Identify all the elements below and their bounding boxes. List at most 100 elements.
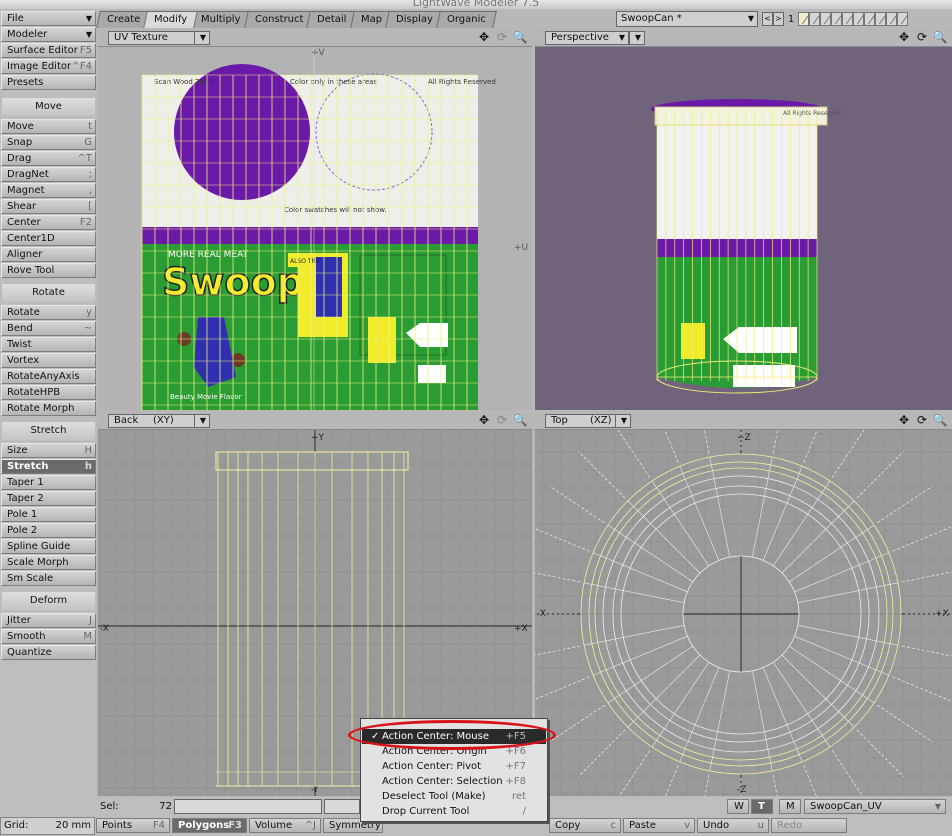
sidebar-button[interactable]: Sm Scale bbox=[1, 571, 96, 586]
sidebar-button[interactable]: File ▼ bbox=[1, 11, 96, 26]
sidebar-button[interactable]: DragNet; bbox=[1, 167, 96, 182]
copy-button[interactable]: Copy c bbox=[549, 818, 621, 833]
move-view-icon[interactable]: ✥ bbox=[476, 31, 492, 45]
sidebar-button[interactable]: Presets bbox=[1, 75, 96, 90]
shortcut-label: u bbox=[757, 820, 764, 831]
sidebar-button[interactable]: Drag ^T bbox=[1, 151, 96, 166]
zoom-icon[interactable]: 🔍 bbox=[932, 31, 948, 45]
layer-slot[interactable] bbox=[853, 12, 864, 26]
layer-slot[interactable] bbox=[820, 12, 831, 26]
sidebar-button[interactable]: Rotate Morph bbox=[1, 401, 96, 416]
sidebar-button-label: Sm Scale bbox=[7, 573, 54, 584]
view-mode-select[interactable]: ▼ bbox=[629, 31, 645, 45]
wtm-toggle-t[interactable]: T bbox=[751, 799, 773, 814]
layer-slot[interactable] bbox=[831, 12, 842, 26]
sidebar-button[interactable]: Spline Guide bbox=[1, 539, 96, 554]
sidebar-button[interactable]: Jitter J bbox=[1, 613, 96, 628]
mode-points-button[interactable]: Points F4 bbox=[96, 818, 170, 833]
perspective-viewport[interactable]: Perspective ▼ ▼ ✥ ⟳ 🔍 All Rights Reserved bbox=[535, 29, 952, 410]
sidebar-button[interactable]: Rotate y bbox=[1, 305, 96, 320]
layer-slot[interactable] bbox=[875, 12, 886, 26]
sidebar-button[interactable]: Smooth M bbox=[1, 629, 96, 644]
uv-viewport[interactable]: UV Texture ▼ ▼ ✥⟳🔍 +V +U Scan Wood 2003 C… bbox=[98, 29, 532, 410]
mode-polygons-button[interactable]: Polygons F3 bbox=[172, 818, 247, 833]
shortcut-label: [ bbox=[88, 201, 92, 212]
sidebar-button[interactable]: Pole 2 bbox=[1, 523, 96, 538]
grid-label: Grid: bbox=[4, 820, 29, 831]
sidebar-button[interactable]: Bend ~ bbox=[1, 321, 96, 336]
perspective-canvas[interactable]: All Rights Reserved bbox=[535, 47, 952, 410]
move-view-icon[interactable]: ✥ bbox=[896, 31, 912, 45]
popup-menu-item[interactable]: Deselect Tool (Make) ret bbox=[362, 789, 546, 804]
layer-next-button[interactable]: > bbox=[773, 12, 784, 26]
zoom-icon[interactable]: 🔍 bbox=[512, 31, 528, 45]
can-top-wireframe bbox=[535, 412, 952, 796]
wtm-toggle-w[interactable]: W bbox=[727, 799, 749, 814]
sidebar-button[interactable]: Scale Morph bbox=[1, 555, 96, 570]
popup-menu-item[interactable]: Action Center: Selection +F8 bbox=[362, 774, 546, 789]
sidebar-button[interactable]: Twist bbox=[1, 337, 96, 352]
sidebar-button[interactable]: Snap G bbox=[1, 135, 96, 150]
sidebar-button[interactable]: Taper 2 bbox=[1, 491, 96, 506]
sidebar-button[interactable]: Shear [ bbox=[1, 199, 96, 214]
window-title: LightWave Modeler 7.5 bbox=[0, 0, 952, 9]
view-mode-select[interactable]: ▼ bbox=[615, 414, 631, 428]
sidebar-button[interactable]: Move t bbox=[1, 119, 96, 134]
wtm-toggle-m[interactable]: M bbox=[779, 799, 801, 814]
layer-slot[interactable] bbox=[864, 12, 875, 26]
popup-menu-item[interactable]: Drop Current Tool / bbox=[362, 804, 546, 819]
sidebar-button[interactable]: Vortex bbox=[1, 353, 96, 368]
move-view-icon[interactable]: ✥ bbox=[476, 414, 492, 428]
sidebar-button[interactable]: RotateHPB bbox=[1, 385, 96, 400]
paste-button[interactable]: Paste v bbox=[623, 818, 695, 833]
sidebar-button[interactable]: Center1D bbox=[1, 231, 96, 246]
sidebar-button[interactable]: Center F2 bbox=[1, 215, 96, 230]
layer-slot[interactable] bbox=[842, 12, 853, 26]
tab-organic[interactable]: Organic bbox=[435, 11, 497, 28]
view-mode-select[interactable]: ▼ bbox=[194, 31, 210, 45]
uv-canvas[interactable]: +V +U Scan Wood 2003 Color only in these… bbox=[98, 47, 532, 410]
view-type-select[interactable]: Back (XY) ▼ bbox=[108, 414, 208, 428]
view-type-select[interactable]: UV Texture ▼ bbox=[108, 31, 208, 45]
sidebar-button[interactable]: Stretch h bbox=[1, 459, 96, 474]
uv-map-select[interactable]: SwoopCan_UV ▼ bbox=[804, 799, 946, 814]
tab-multiply[interactable]: Multiply bbox=[190, 11, 252, 28]
selection-count: Sel: 72 bbox=[100, 799, 176, 814]
view-type-select[interactable]: Perspective ▼ bbox=[545, 31, 629, 45]
rights-text: All Rights Reserved bbox=[428, 78, 496, 86]
layer-slot[interactable] bbox=[809, 12, 820, 26]
popup-menu-item[interactable]: Action Center: Pivot +F7 bbox=[362, 759, 546, 774]
sidebar-button[interactable]: Rove Tool bbox=[1, 263, 96, 278]
tab-display[interactable]: Display bbox=[385, 11, 444, 28]
layer-prev-button[interactable]: < bbox=[762, 12, 773, 26]
top-viewport[interactable]: Top (XZ)▼ ▼ ✥⟳🔍 +Z -X +X -Z bbox=[535, 412, 952, 796]
zoom-icon[interactable]: 🔍 bbox=[932, 414, 948, 428]
sidebar-button[interactable]: Magnet, bbox=[1, 183, 96, 198]
layer-slot[interactable] bbox=[886, 12, 897, 26]
top-canvas[interactable]: +Z -X +X -Z bbox=[535, 412, 952, 796]
object-selector[interactable]: SwoopCan * ▼ bbox=[616, 11, 758, 27]
rotate-view-icon[interactable]: ⟳ bbox=[914, 31, 930, 45]
sidebar-button[interactable]: Pole 1 bbox=[1, 507, 96, 522]
zoom-icon[interactable]: 🔍 bbox=[512, 414, 528, 428]
tab-construct[interactable]: Construct bbox=[244, 11, 315, 28]
sidebar-button[interactable]: Surface Editor F5 bbox=[1, 43, 96, 58]
sidebar-button[interactable]: Size H bbox=[1, 443, 96, 458]
layer-slot[interactable] bbox=[897, 12, 908, 26]
rotate-view-icon[interactable]: ⟳ bbox=[494, 414, 510, 428]
rotate-view-icon[interactable]: ⟳ bbox=[914, 414, 930, 428]
tab-modify[interactable]: Modify bbox=[143, 11, 199, 28]
mode-volume-button[interactable]: Volume ^J bbox=[249, 818, 321, 833]
move-view-icon[interactable]: ✥ bbox=[896, 414, 912, 428]
sidebar-button[interactable]: Taper 1 bbox=[1, 475, 96, 490]
undo-button[interactable]: Undo u bbox=[697, 818, 769, 833]
sidebar-button[interactable]: Image Editor ^F4 bbox=[1, 59, 96, 74]
sidebar-button[interactable]: Quantize bbox=[1, 645, 96, 660]
layer-slot[interactable] bbox=[798, 12, 809, 26]
sidebar-button[interactable]: Modeler ▼ bbox=[1, 27, 96, 42]
sidebar-button[interactable]: Aligner bbox=[1, 247, 96, 262]
sidebar-button[interactable]: RotateAnyAxis bbox=[1, 369, 96, 384]
view-mode-select[interactable]: ▼ bbox=[194, 414, 210, 428]
rotate-view-icon[interactable]: ⟳ bbox=[494, 31, 510, 45]
redo-button[interactable]: Redo bbox=[771, 818, 847, 833]
